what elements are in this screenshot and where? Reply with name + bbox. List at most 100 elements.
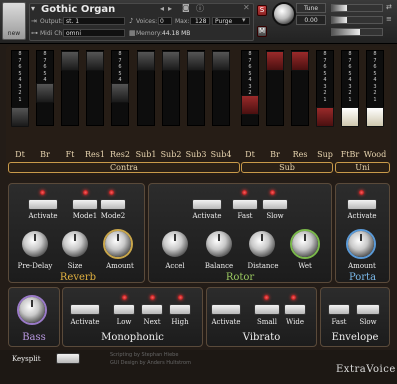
rotor-slow-led [270,190,275,195]
instrument-title[interactable]: Gothic Organ [41,4,115,15]
drawbar-12[interactable]: 87654321 [316,50,334,127]
mono-activate-button[interactable] [70,304,100,315]
drawbar-knob-4[interactable] [111,83,129,103]
drawbar-1[interactable]: 87654321 [36,50,54,126]
drawbar-7[interactable] [187,50,205,126]
camera-icon[interactable]: ◙ [182,3,190,12]
envelope-title: Envelope [331,332,379,343]
drawbar-6[interactable] [162,50,180,126]
drawbar-4[interactable]: 87654321 [111,50,129,126]
drawbar-knob-0[interactable] [11,107,29,127]
drawbar-0[interactable]: 87654321 [11,50,29,127]
next-icon[interactable]: ▸ [168,4,172,13]
drawbar-scale-0-7: 1 [18,96,22,103]
info-icon[interactable]: ⓘ [196,3,204,14]
rotor-fast-led [242,190,247,195]
drawbar-knob-10[interactable] [266,51,284,71]
midi-value: omni [66,30,81,37]
drawbar-8[interactable] [212,50,230,126]
rotor-distance-knob[interactable] [249,231,275,257]
drawbar-knob-5[interactable] [137,51,155,71]
drawbar-label-10: Br [270,150,280,159]
drawbar-5[interactable] [137,50,155,126]
reverb-size-label: Size [67,262,83,270]
keysplit-button[interactable] [56,353,80,364]
drawbar-label-7: Sub3 [185,150,207,159]
drawbar-11[interactable] [291,50,309,126]
aux-icon[interactable]: ⇄ [386,3,392,11]
mono-low-button[interactable] [113,304,135,315]
logo-new[interactable]: new [2,2,26,40]
voices-icon: ♪ [129,17,134,25]
drawbar-13[interactable]: 87654321 [341,50,359,127]
envelope-slow-button[interactable] [356,304,380,315]
logo-label: new [7,30,21,37]
tune-knob[interactable] [272,2,296,26]
voices-value: 0 [160,18,164,25]
rotor-activate-button[interactable] [192,199,222,210]
rotor-distance-label: Distance [247,262,279,270]
vibrato-activate-button[interactable] [211,304,241,315]
mono-high-button[interactable] [169,304,191,315]
drawbar-knob-12[interactable] [316,107,334,127]
drawbar-label-8: Sub4 [210,150,232,159]
porta-activate-button[interactable] [347,199,377,210]
reverb-mode2-label: Mode2 [100,212,126,220]
pv-icon[interactable]: ≡ [386,15,392,23]
drawbar-knob-13[interactable] [341,107,359,127]
memory-value: 44.18 MB [162,30,191,37]
chevron-down-icon: ▾ [242,16,246,24]
vibrato-small-button[interactable] [254,304,280,315]
volume-meter-top [331,4,383,12]
porta-amount-knob[interactable] [348,231,374,257]
reverb-title: Reverb [59,272,97,283]
drawbar-label-0: Dt [15,150,25,159]
mono-next-button[interactable] [141,304,163,315]
vibrato-activate-label: Activate [211,318,241,326]
reverb-predelay-knob[interactable] [22,231,48,257]
drawbar-label-9: Dt [245,150,255,159]
vibrato-small-label: Small [256,318,278,326]
drawbar-scale-14-7: 1 [373,96,377,103]
drawbar-2[interactable] [61,50,79,126]
reverb-amount-knob[interactable] [105,231,131,257]
vibrato-wide-button[interactable] [284,304,306,315]
reverb-mode1-button[interactable] [72,199,98,210]
drawbar-knob-11[interactable] [291,51,309,71]
rotor-balance-knob[interactable] [206,231,232,257]
solo-button[interactable]: S [257,5,267,16]
reverb-activate-button[interactable] [28,199,58,210]
prev-icon[interactable]: ◂ [160,4,164,13]
drawbar-10[interactable] [266,50,284,126]
group-sub: Sub [241,162,333,173]
drawbar-knob-6[interactable] [162,51,180,71]
tune-label: Tune [296,3,326,13]
collapse-icon[interactable]: ▾ [31,4,39,13]
mono-low-label: Low [116,318,132,326]
mono-activate-label: Activate [70,318,100,326]
drawbar-knob-9[interactable] [241,95,259,115]
close-icon[interactable]: ✕ [243,3,250,12]
drawbar-14[interactable]: 87654321 [366,50,384,127]
tune-value: 0.00 [296,15,326,25]
drawbar-knob-3[interactable] [86,51,104,71]
drawbar-scale-12-7: 1 [323,96,327,103]
rotor-slow-button[interactable] [262,199,288,210]
drawbar-knob-7[interactable] [187,51,205,71]
envelope-fast-button[interactable] [328,304,350,315]
drawbar-knob-1[interactable] [36,83,54,103]
mono-next-led [150,295,155,300]
drawbar-knob-8[interactable] [212,51,230,71]
bass-knob[interactable] [19,297,45,323]
purge-label: Purge [215,18,233,25]
drawbar-3[interactable] [86,50,104,126]
rotor-wet-knob[interactable] [292,231,318,257]
mute-button[interactable]: M [257,26,267,37]
drawbar-knob-2[interactable] [61,51,79,71]
rotor-fast-button[interactable] [232,199,258,210]
drawbar-9[interactable]: 87654321 [241,50,259,126]
reverb-size-knob[interactable] [62,231,88,257]
rotor-accel-knob[interactable] [162,231,188,257]
reverb-mode2-button[interactable] [100,199,126,210]
drawbar-knob-14[interactable] [366,107,384,127]
